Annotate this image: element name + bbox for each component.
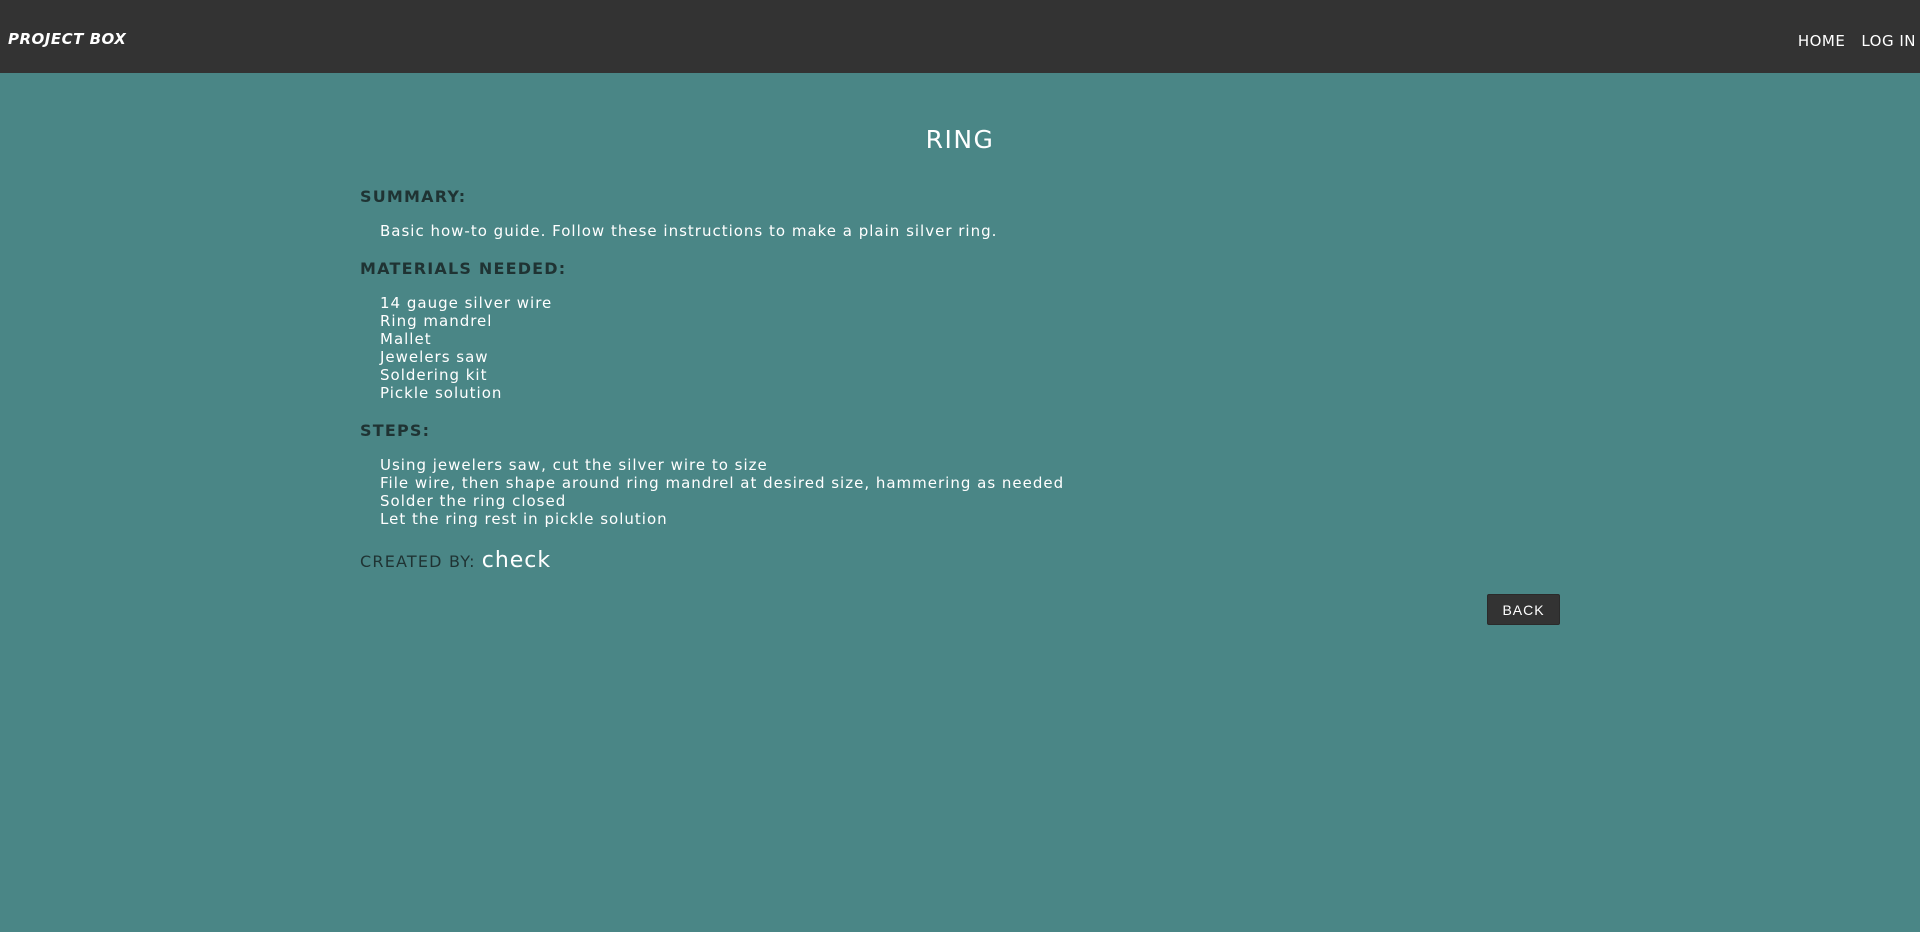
material-item: Mallet [380,330,432,348]
page-title: RING [925,125,995,154]
steps-heading: STEPS: [360,421,431,440]
nav-links: HOME LOG IN [1798,32,1916,50]
nav-home-link[interactable]: HOME [1798,32,1846,50]
brand-logo-link[interactable]: PROJECT BOX [8,30,126,48]
step-item: Let the ring rest in pickle solution [380,510,668,528]
material-item: 14 gauge silver wire [380,294,553,312]
material-item: Jewelers saw [380,348,489,366]
material-item: Soldering kit [380,366,488,384]
material-item: Ring mandrel [380,312,493,330]
step-item: Solder the ring closed [380,492,567,510]
created-by: CREATED BY: check [360,548,551,573]
summary-text: Basic how-to guide. Follow these instruc… [380,222,998,240]
steps-list: Using jewelers saw, cut the silver wire … [380,456,1064,528]
created-by-label: CREATED BY: [360,552,476,571]
created-by-author: check [481,548,552,573]
materials-heading: MATERIALS NEEDED: [360,259,567,278]
step-item: Using jewelers saw, cut the silver wire … [380,456,768,474]
material-item: Pickle solution [380,384,503,402]
back-button[interactable]: BACK [1487,594,1560,625]
materials-list: 14 gauge silver wire Ring mandrel Mallet… [380,294,552,402]
navbar: PROJECT BOX HOME LOG IN [0,0,1920,73]
summary-heading: SUMMARY: [360,187,467,206]
nav-login-link[interactable]: LOG IN [1861,32,1916,50]
step-item: File wire, then shape around ring mandre… [380,474,1065,492]
